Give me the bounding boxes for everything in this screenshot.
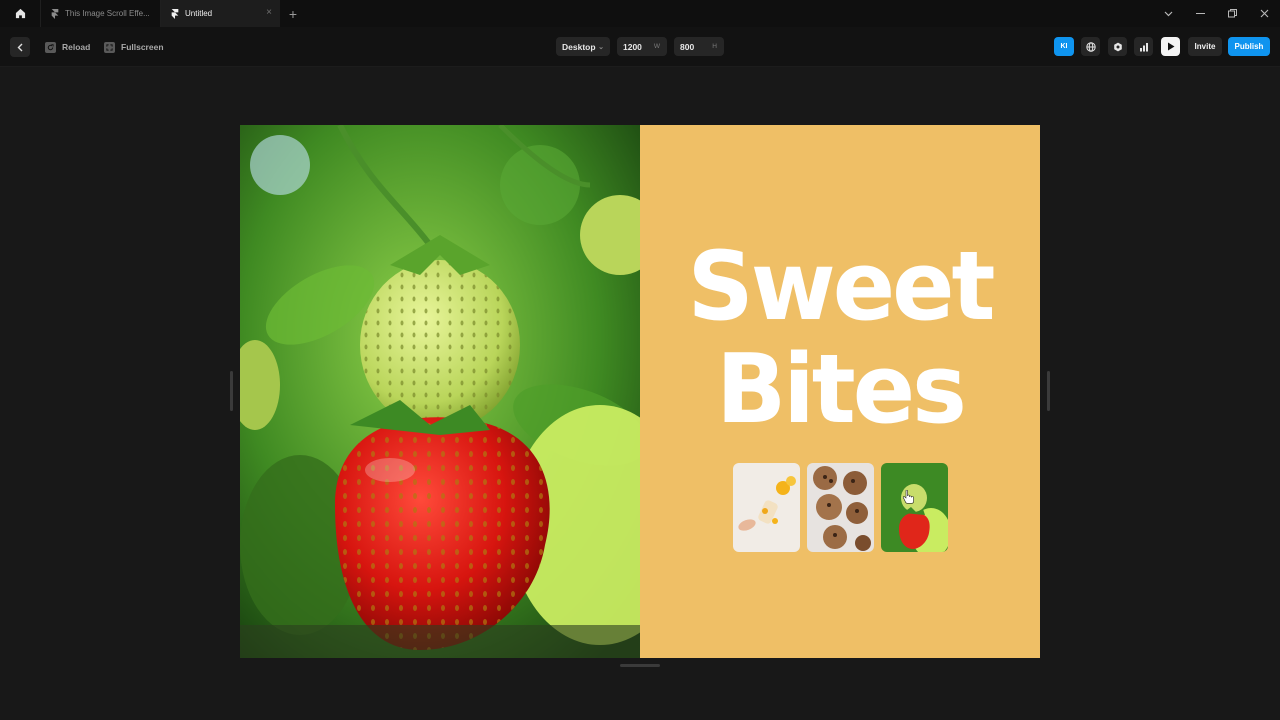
breakpoint-value: Desktop bbox=[562, 41, 596, 52]
minimize-button[interactable] bbox=[1184, 0, 1216, 27]
chevron-left-icon bbox=[17, 43, 23, 51]
width-value: 1200 bbox=[623, 41, 642, 52]
close-tab-icon[interactable]: × bbox=[266, 8, 272, 18]
resize-handle-right[interactable] bbox=[1047, 371, 1050, 411]
height-value: 800 bbox=[680, 41, 695, 52]
settings-button[interactable] bbox=[1108, 37, 1127, 56]
site-preview-frame: Sweet Bites bbox=[240, 125, 1040, 658]
new-tab-button[interactable]: + bbox=[280, 0, 306, 27]
bar-chart-icon bbox=[1139, 42, 1148, 51]
restore-button[interactable] bbox=[1216, 0, 1248, 27]
framer-logo-icon bbox=[171, 8, 179, 19]
breakpoint-select[interactable]: Desktop ⌄ bbox=[556, 37, 610, 56]
headline-line-1: Sweet bbox=[687, 230, 995, 343]
globe-icon bbox=[1085, 41, 1096, 52]
close-window-button[interactable] bbox=[1248, 0, 1280, 27]
height-unit: H bbox=[712, 43, 717, 50]
gear-icon bbox=[1113, 42, 1122, 51]
fullscreen-button[interactable]: Fullscreen bbox=[104, 40, 164, 54]
resize-handle-bottom[interactable] bbox=[620, 664, 660, 667]
reload-label: Reload bbox=[62, 42, 91, 52]
strawberry-hero-image bbox=[240, 125, 640, 658]
avatar[interactable]: KI bbox=[1054, 37, 1074, 56]
height-input[interactable]: 800 H bbox=[674, 37, 724, 56]
tab-untitled[interactable]: Untitled × bbox=[160, 0, 280, 27]
window-controls bbox=[1152, 0, 1280, 27]
strawberry-photo bbox=[240, 125, 640, 658]
fullscreen-icon bbox=[104, 41, 115, 53]
play-icon bbox=[1167, 42, 1174, 51]
home-button[interactable] bbox=[0, 0, 40, 27]
width-input[interactable]: 1200 W bbox=[617, 37, 667, 56]
preview-play-button[interactable] bbox=[1161, 37, 1180, 56]
thumbnail-ice-pop[interactable] bbox=[733, 463, 800, 552]
tab-label: This Image Scroll Effe... bbox=[65, 9, 150, 18]
globe-button[interactable] bbox=[1081, 37, 1100, 56]
back-button[interactable] bbox=[10, 37, 30, 57]
framer-logo-icon bbox=[51, 8, 59, 19]
headline-line-2: Bites bbox=[716, 333, 967, 446]
chevron-down-icon[interactable] bbox=[1152, 0, 1184, 27]
home-icon bbox=[15, 8, 25, 19]
invite-button[interactable]: Invite bbox=[1188, 37, 1222, 56]
reload-button[interactable]: Reload bbox=[45, 40, 90, 54]
thumbnail-strip bbox=[733, 463, 948, 552]
tab-image-scroll[interactable]: This Image Scroll Effe... bbox=[40, 0, 160, 27]
preview-canvas: Sweet Bites bbox=[0, 67, 1280, 720]
analytics-button[interactable] bbox=[1134, 37, 1153, 56]
resize-handle-left[interactable] bbox=[230, 371, 233, 411]
chevron-down-icon: ⌄ bbox=[598, 43, 604, 51]
fullscreen-label: Fullscreen bbox=[121, 42, 164, 52]
publish-button[interactable]: Publish bbox=[1228, 37, 1270, 56]
mouse-cursor-icon bbox=[902, 489, 915, 509]
hero-text-panel: Sweet Bites bbox=[640, 125, 1040, 658]
tab-bar: This Image Scroll Effe... Untitled × + bbox=[0, 0, 1280, 27]
tab-label: Untitled bbox=[185, 9, 213, 18]
thumbnail-cookies[interactable] bbox=[807, 463, 874, 552]
width-unit: W bbox=[653, 43, 660, 50]
preview-toolbar: Reload Fullscreen Desktop ⌄ 1200 W 800 H… bbox=[0, 27, 1280, 67]
reload-icon bbox=[45, 41, 56, 53]
